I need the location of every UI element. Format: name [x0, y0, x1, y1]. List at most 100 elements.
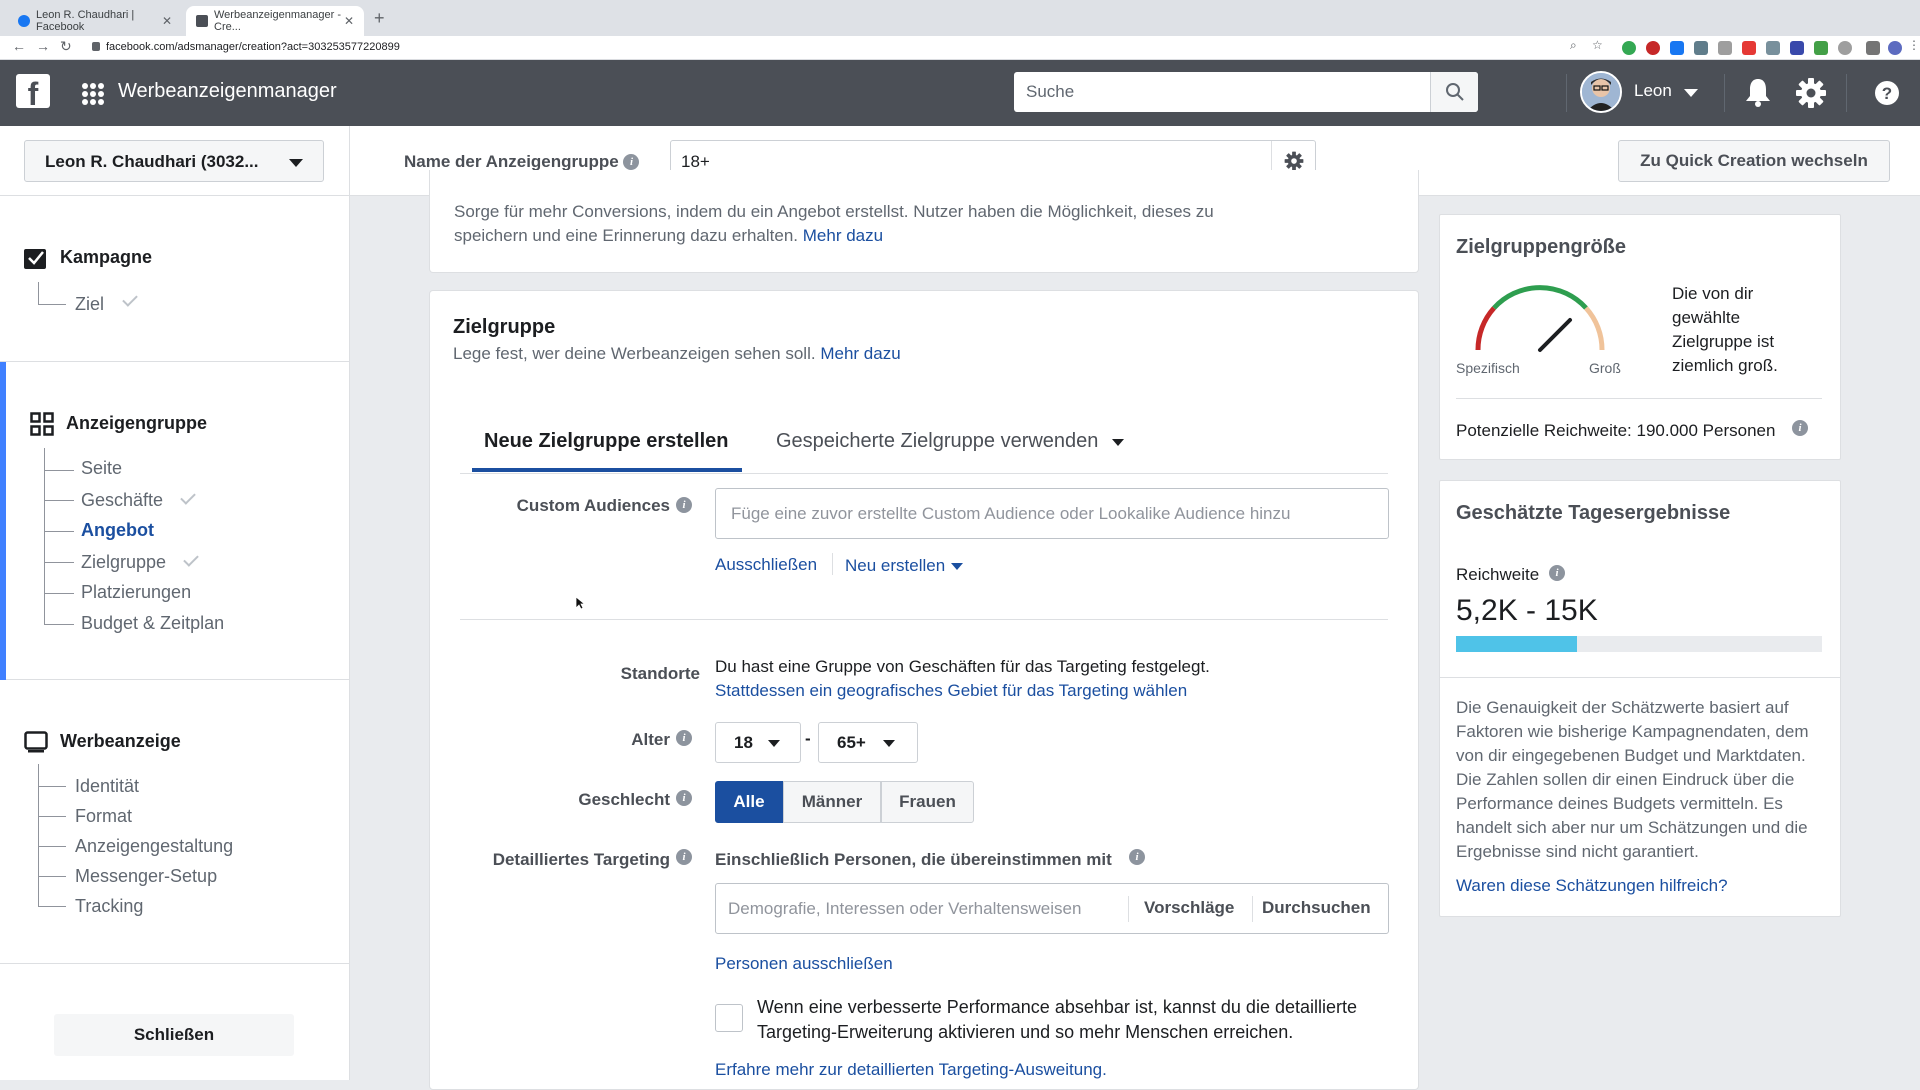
menu-dots-icon[interactable]: ⋮ [1908, 38, 1920, 52]
gauge-label-specific: Spezifisch [1456, 360, 1520, 376]
info-icon[interactable]: i [1549, 565, 1565, 581]
sidebar-section-campaign [0, 196, 349, 362]
sidebar-item-campaign[interactable]: Kampagne [60, 247, 152, 268]
extension-icon[interactable] [1622, 41, 1636, 55]
search-icon [1446, 83, 1464, 101]
info-icon[interactable]: i [623, 154, 640, 170]
chevron-down-icon[interactable] [1684, 89, 1698, 97]
suggestions-button[interactable]: Vorschläge [1144, 898, 1234, 918]
chevron-down-icon[interactable] [1112, 439, 1124, 446]
active-section-indicator [0, 362, 6, 680]
browser-tab[interactable]: Leon R. Chaudhari | Facebook ✕ [8, 6, 182, 36]
browser-tab-active[interactable]: Werbeanzeigenmanager - Cre... ✕ [186, 6, 364, 36]
learn-more-link[interactable]: Mehr dazu [803, 226, 883, 245]
info-icon[interactable]: i [1129, 849, 1145, 865]
info-icon[interactable]: i [1792, 420, 1808, 436]
search-input[interactable] [1026, 82, 1406, 102]
gender-men-button[interactable]: Männer [783, 781, 881, 823]
sidebar-item-messenger-setup[interactable]: Messenger-Setup [75, 866, 217, 887]
search-button[interactable] [1430, 72, 1478, 112]
sidebar-item-placements[interactable]: Platzierungen [81, 582, 191, 603]
apps-grid-icon[interactable] [82, 83, 104, 105]
extension-icon[interactable] [1838, 41, 1852, 55]
gauge-needle [1538, 318, 1572, 352]
targeting-expansion-checkbox[interactable] [715, 1004, 743, 1032]
extension-icon[interactable] [1814, 41, 1828, 55]
reload-icon[interactable]: ↻ [60, 38, 72, 55]
create-new-link[interactable]: Neu erstellen [845, 556, 945, 576]
chevron-down-icon[interactable] [951, 563, 963, 570]
divider [1128, 896, 1129, 922]
gear-icon[interactable] [1795, 77, 1827, 109]
extension-icon[interactable] [1670, 41, 1684, 55]
browse-button[interactable]: Durchsuchen [1262, 898, 1371, 918]
sidebar-item-offer[interactable]: Angebot [81, 520, 154, 541]
sidebar-item-goal[interactable]: Ziel [75, 294, 104, 315]
profile-icon[interactable] [1888, 41, 1902, 55]
adset-grid-icon [30, 412, 54, 436]
tree-line [38, 906, 66, 907]
age-min-select[interactable]: 18 [715, 722, 801, 763]
close-tab-icon[interactable]: ✕ [344, 14, 354, 28]
learn-more-link[interactable]: Mehr dazu [820, 344, 900, 363]
browser-tabbar: Leon R. Chaudhari | Facebook ✕ Werbeanze… [0, 0, 1920, 36]
divider [1439, 677, 1841, 678]
sidebar-item-format[interactable]: Format [75, 806, 132, 827]
audience-size-title: Zielgruppengröße [1456, 236, 1626, 258]
extension-icon[interactable] [1694, 41, 1708, 55]
back-icon[interactable]: ← [12, 38, 26, 54]
sidebar-item-adset[interactable]: Anzeigengruppe [66, 413, 207, 434]
facebook-logo-icon[interactable]: f [16, 74, 50, 108]
age-max-select[interactable]: 65+ [818, 722, 918, 763]
extension-icon[interactable] [1646, 41, 1660, 55]
gender-all-button[interactable]: Alle [715, 781, 783, 823]
avatar[interactable] [1580, 71, 1622, 113]
url-field[interactable]: facebook.com/adsmanager/creation?act=303… [92, 41, 400, 53]
account-selector[interactable]: Leon R. Chaudhari (3032... [24, 140, 324, 182]
gender-women-button[interactable]: Frauen [881, 781, 974, 823]
zoom-icon[interactable]: ⌕ [1570, 38, 1577, 53]
sidebar-item-audience[interactable]: Zielgruppe [81, 552, 166, 573]
new-tab-icon[interactable]: + [374, 8, 385, 29]
bell-icon[interactable] [1744, 77, 1772, 107]
bookmark-star-icon[interactable]: ☆ [1592, 38, 1603, 52]
divider [1252, 896, 1253, 922]
quick-creation-button[interactable]: Zu Quick Creation wechseln [1618, 140, 1890, 182]
sidebar-item-page[interactable]: Seite [81, 458, 122, 479]
forward-icon[interactable]: → [36, 38, 50, 54]
extension-icon[interactable] [1790, 41, 1804, 55]
info-icon[interactable]: i [676, 497, 692, 513]
custom-audiences-input[interactable] [731, 504, 1371, 524]
sidebar-item-budget-schedule[interactable]: Budget & Zeitplan [81, 613, 224, 634]
divider [1724, 74, 1725, 112]
sidebar-item-ad-creative[interactable]: Anzeigengestaltung [75, 836, 233, 857]
user-name[interactable]: Leon [1634, 81, 1672, 101]
sidebar-item-tracking[interactable]: Tracking [75, 896, 143, 917]
lock-icon [92, 42, 100, 51]
extension-icon[interactable] [1742, 41, 1756, 55]
exclude-link[interactable]: Ausschließen [715, 555, 817, 575]
info-icon[interactable]: i [676, 849, 692, 865]
info-icon[interactable]: i [676, 790, 692, 806]
sidebar-item-stores[interactable]: Geschäfte [81, 490, 163, 511]
estimates-feedback-link[interactable]: Waren diese Schätzungen hilfreich? [1456, 876, 1728, 896]
help-icon[interactable]: ? [1874, 80, 1900, 106]
sidebar-item-identity[interactable]: Identität [75, 776, 139, 797]
close-button[interactable]: Schließen [54, 1014, 294, 1056]
tab-title: Leon R. Chaudhari | Facebook [36, 9, 135, 33]
geo-targeting-link[interactable]: Stattdessen ein geografisches Gebiet für… [715, 679, 1187, 703]
extension-icon[interactable] [1766, 41, 1780, 55]
tab-new-audience[interactable]: Neue Zielgruppe erstellen [484, 430, 729, 453]
sidebar-item-ad[interactable]: Werbeanzeige [60, 731, 181, 752]
info-icon[interactable]: i [676, 730, 692, 746]
extension-icon[interactable] [1866, 41, 1880, 55]
extension-icon[interactable] [1718, 41, 1732, 55]
targeting-expansion-text: Wenn eine verbesserte Performance absehb… [757, 997, 1358, 1042]
targeting-expansion-learn-more-link[interactable]: Erfahre mehr zur detaillierten Targeting… [715, 1058, 1107, 1082]
close-tab-icon[interactable]: ✕ [162, 14, 172, 28]
offer-card: Sorge für mehr Conversions, indem du ein… [429, 170, 1419, 273]
tab-saved-audience[interactable]: Gespeicherte Zielgruppe verwenden [776, 430, 1098, 453]
adset-name-input[interactable] [681, 152, 1241, 172]
exclude-people-link[interactable]: Personen ausschließen [715, 954, 893, 974]
detailed-targeting-input[interactable] [728, 899, 1128, 919]
